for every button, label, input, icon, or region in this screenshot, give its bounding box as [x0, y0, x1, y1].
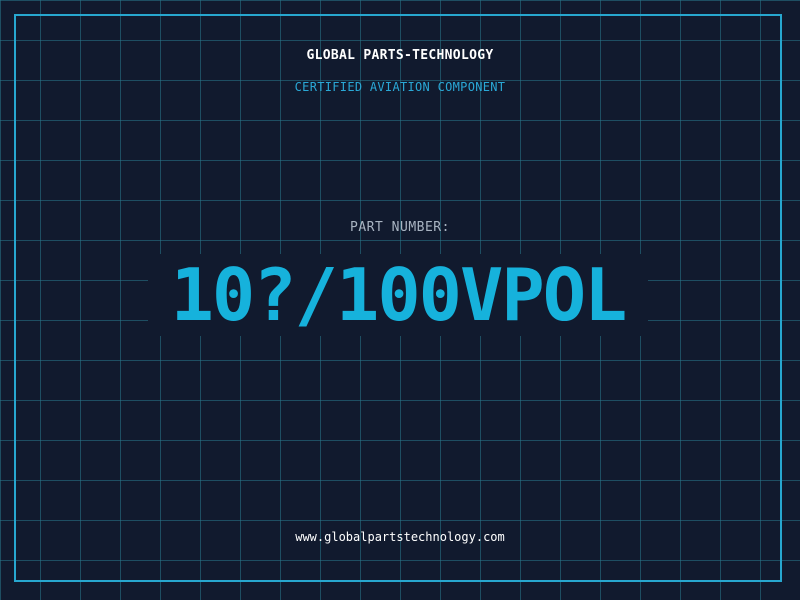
brand-subtitle: CERTIFIED AVIATION COMPONENT: [294, 80, 506, 94]
website-url: www.globalpartstechnology.com: [295, 530, 505, 544]
part-number-label: PART NUMBER:: [350, 220, 450, 235]
brand-title: GLOBAL PARTS-TECHNOLOGY: [306, 48, 494, 63]
part-number-value: 10?/100VPOL: [170, 253, 628, 337]
